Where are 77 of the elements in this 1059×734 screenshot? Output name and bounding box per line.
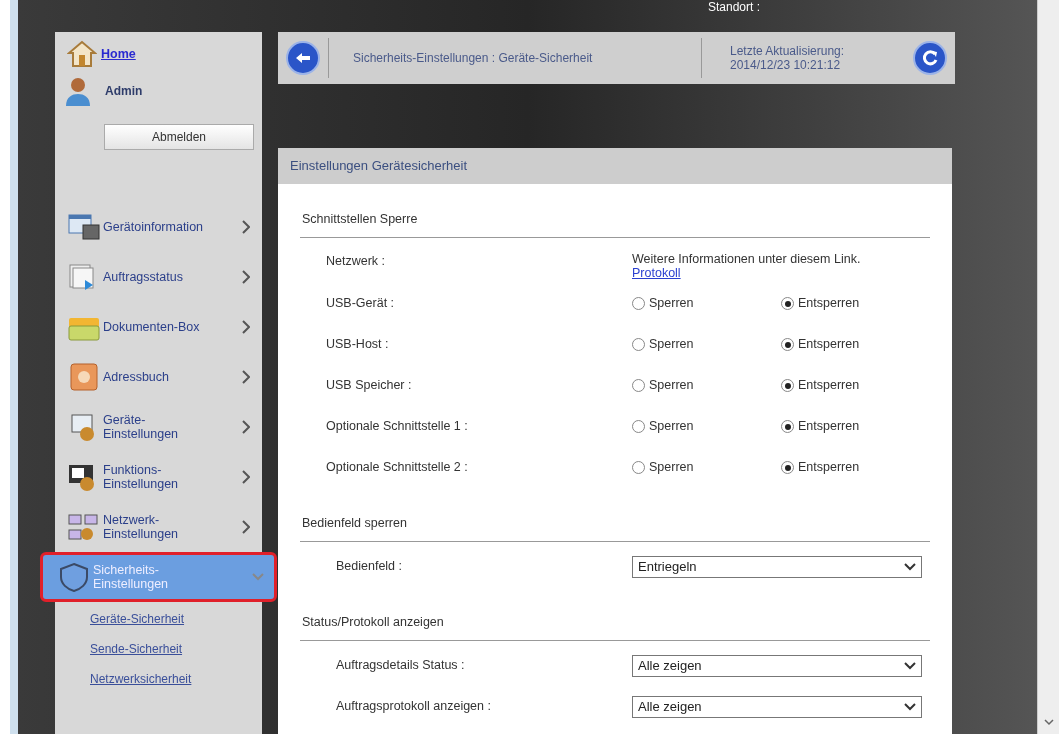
logout-button[interactable]: Abmelden [104,124,254,150]
info-text: Weitere Informationen unter diesem Link. Protokoll [632,252,862,280]
location-label: Standort : [708,0,761,16]
radio-label: Sperren [649,295,694,313]
home-link[interactable]: Home [101,44,136,64]
user-name: Admin [105,83,143,100]
submenu-link[interactable]: Geräte-Sicherheit [90,610,185,628]
sidebar-item[interactable]: Auftragsstatus [55,252,262,302]
sidebar-item[interactable]: Gerätoinformation [55,202,262,252]
last-update-time: 2014/12/23 10:21:12 [730,58,842,72]
radio-label: Sperren [649,418,694,436]
section-title: Bedienfeld sperren [300,506,930,542]
sidebar-item[interactable]: Geräte- Einstellungen [55,402,262,452]
scroll-down-icon [1043,719,1054,726]
setting-label: Auftragsdetails Status : [336,657,466,675]
chevron-right-icon [242,470,250,484]
setting-label: USB-Host : [326,336,390,354]
radio-button[interactable] [781,461,794,474]
radio-label: Sperren [649,377,694,395]
radio-button[interactable] [632,338,645,351]
shield-icon [57,562,91,592]
setting-label: Bedienfeld : [336,558,404,576]
radio-label: Entsperren [798,295,860,313]
chevron-right-icon [242,370,250,384]
section-title: Schnittstellen Sperre [300,202,930,238]
radio-button[interactable] [781,420,794,433]
breadcrumb: Sicherheits-Einstellungen : Geräte-Sicherheit [352,50,594,67]
dropdown[interactable]: Alle zeigen [632,654,922,677]
sidebar-item[interactable]: Dokumenten-Box [55,302,262,352]
setting-label: Optionale Schnittstelle 1 : [326,418,469,436]
refresh-button[interactable] [913,41,947,75]
chevron-right-icon [242,270,250,284]
last-update-label: Letzte Aktualisierung: [730,44,846,58]
sidebar-item[interactable]: Netzwerk- Einstellungen [55,502,262,552]
radio-button[interactable] [632,461,645,474]
dropdown[interactable]: Alle zeigen [632,695,922,718]
user-icon [65,76,91,106]
arrow-left-icon [295,52,311,64]
address-book-icon [67,362,101,392]
chevron-down-icon [904,702,916,711]
setting-label: Netzwerk : [326,253,387,270]
refresh-icon [921,49,939,67]
network-gear-icon [67,512,101,542]
setting-label: Auftragsprotokoll anzeigen : [336,698,492,716]
radio-label: Entsperren [798,336,860,354]
sidebar-item[interactable]: Adressbuch [55,352,262,402]
radio-button[interactable] [781,338,794,351]
dropdown[interactable]: Entriegeln [632,555,922,578]
radio-button[interactable] [632,379,645,392]
submenu-link[interactable]: Sende-Sicherheit [90,640,183,658]
section-title: Status/Protokoll anzeigen [300,605,930,641]
chevron-right-icon [242,220,250,234]
chevron-down-icon [904,661,916,670]
chevron-right-icon [242,420,250,434]
setting-label: USB Speicher : [326,377,413,395]
setting-label: USB-Gerät : [326,295,396,313]
radio-label: Entsperren [798,377,860,395]
device-info-icon [67,212,101,242]
radio-button[interactable] [632,297,645,310]
radio-button[interactable] [781,297,794,310]
protocol-link[interactable]: Protokoll [632,266,681,280]
chevron-down-icon [904,562,916,571]
chevron-right-icon [242,320,250,334]
radio-label: Entsperren [798,418,860,436]
chevron-right-icon [242,520,250,534]
setting-label: Optionale Schnittstelle 2 : [326,459,469,477]
sidebar-item[interactable]: Funktions- Einstellungen [55,452,262,502]
radio-label: Entsperren [798,459,860,477]
chevron-down-icon [252,573,264,581]
radio-button[interactable] [632,420,645,433]
radio-label: Sperren [649,336,694,354]
back-button[interactable] [286,41,320,75]
submenu-link[interactable]: Netzwerksicherheit [90,670,192,688]
radio-label: Sperren [649,459,694,477]
panel-title: Einstellungen Gerätesicherheit [278,148,952,184]
radio-button[interactable] [781,379,794,392]
home-icon [67,40,97,68]
